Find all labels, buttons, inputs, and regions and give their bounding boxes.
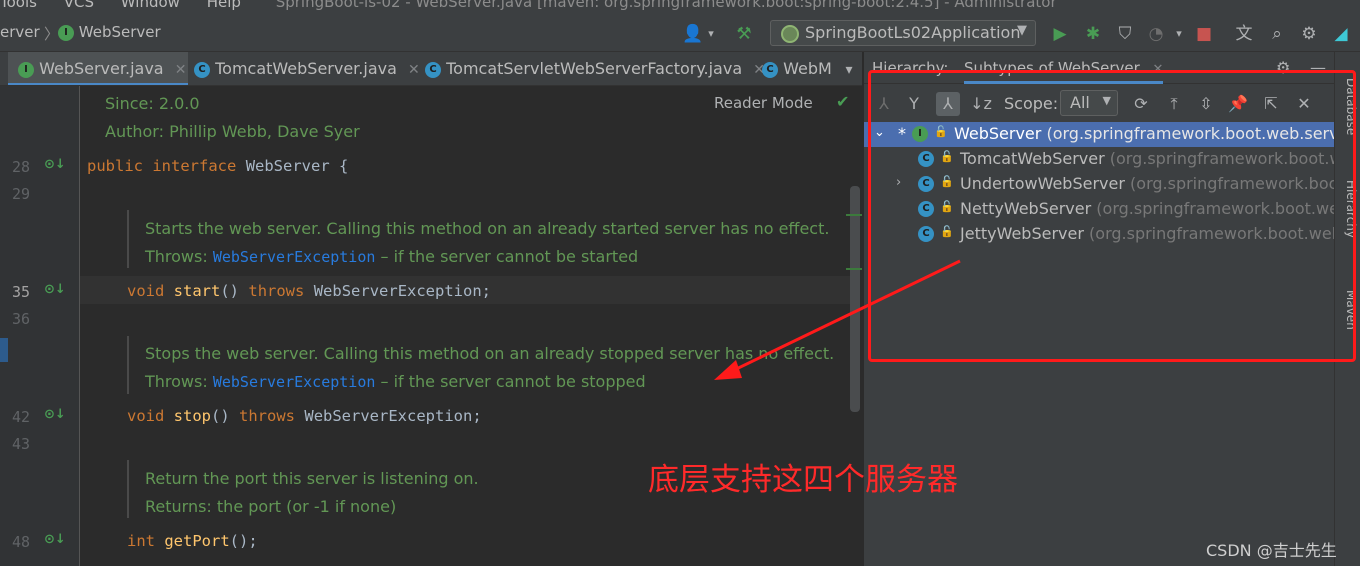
marker-stripe[interactable] bbox=[846, 268, 862, 270]
run-configuration-label: SpringBootLs02Application bbox=[805, 23, 1021, 42]
tab-tomcatservletwebserverfactory[interactable]: C TomcatServletWebServerFactory.java ✕ bbox=[425, 52, 765, 85]
annotation-text: 底层支持这四个服务器 bbox=[648, 462, 958, 498]
window-title: SpringBoot-ls-02 - WebServer.java [maven… bbox=[275, 0, 1057, 11]
breadcrumb-separator-icon: 〉 bbox=[44, 25, 60, 43]
inspection-ok-icon[interactable]: ✔ bbox=[836, 92, 849, 111]
search-icon[interactable]: ⌕ bbox=[1266, 23, 1288, 45]
tab-webserver[interactable]: I WebServer.java ✕ bbox=[8, 52, 188, 85]
breadcrumb-current-label: WebServer bbox=[78, 23, 161, 41]
chevron-down-icon[interactable]: ▾ bbox=[836, 58, 862, 82]
debug-icon[interactable]: ✱ bbox=[1082, 23, 1104, 45]
line-number: 28 bbox=[12, 158, 31, 176]
editor-scrollbar[interactable] bbox=[850, 186, 860, 412]
implemented-gutter-icon[interactable]: ⊙↓ bbox=[44, 282, 66, 297]
chevron-down-icon: ▼ bbox=[1017, 23, 1027, 38]
line-number: 43 bbox=[12, 435, 31, 453]
doc-bar bbox=[127, 460, 129, 518]
code-line-stop: void stop() throws WebServerException; bbox=[127, 407, 482, 425]
chevron-down-icon[interactable]: ▾ bbox=[700, 23, 722, 45]
line-number: 36 bbox=[12, 310, 31, 328]
doc-stop-throws: Throws: WebServerException – if the serv… bbox=[145, 372, 646, 391]
webserverexception-link[interactable]: WebServerException bbox=[213, 373, 376, 391]
tab-label: WebM bbox=[783, 59, 832, 78]
close-icon[interactable]: ✕ bbox=[408, 62, 420, 78]
breadcrumb-current[interactable]: I WebServer bbox=[58, 23, 161, 41]
chevron-down-icon[interactable]: ▾ bbox=[1168, 23, 1190, 45]
tab-label: TomcatServletWebServerFactory.java bbox=[446, 59, 743, 78]
code-line-getport: int getPort(); bbox=[127, 532, 258, 550]
implemented-gutter-icon[interactable]: ⊙↓ bbox=[44, 157, 66, 172]
build-hammer-icon[interactable]: ⚒ bbox=[733, 23, 755, 45]
interface-icon: I bbox=[58, 24, 74, 41]
doc-bar bbox=[127, 210, 129, 268]
tab-tomcatwebserver[interactable]: C TomcatWebServer.java ✕ bbox=[194, 52, 420, 85]
implemented-gutter-icon[interactable]: ⊙↓ bbox=[44, 407, 66, 422]
interface-icon: I bbox=[18, 61, 34, 78]
run-icon[interactable]: ▶ bbox=[1049, 23, 1071, 45]
tab-webm[interactable]: C WebM bbox=[762, 52, 842, 85]
doc-stop: Stops the web server. Calling this metho… bbox=[145, 344, 835, 363]
watermark: CSDN @吉士先生 bbox=[1206, 541, 1337, 560]
line-number: 29 bbox=[12, 185, 31, 203]
close-icon[interactable]: ✕ bbox=[175, 62, 187, 78]
editor-tabs: I WebServer.java ✕ C TomcatWebServer.jav… bbox=[0, 52, 862, 86]
navigation-toolbar: erver 〉 I WebServer 👤 ▾ ⚒ SpringBootLs02… bbox=[0, 14, 1360, 52]
tab-label: TomcatWebServer.java bbox=[215, 59, 397, 78]
menu-vcs[interactable]: VCS bbox=[64, 0, 94, 11]
class-icon: C bbox=[425, 61, 441, 78]
class-icon: C bbox=[194, 61, 210, 78]
code-line-interface: public interface WebServer { bbox=[87, 157, 349, 175]
doc-bar bbox=[127, 336, 129, 394]
breadcrumb-parent[interactable]: erver bbox=[0, 23, 40, 41]
doc-port-returns: Returns: the port (or -1 if none) bbox=[145, 497, 397, 516]
spring-boot-icon bbox=[781, 25, 799, 43]
doc-start: Starts the web server. Calling this meth… bbox=[145, 219, 830, 238]
stop-icon[interactable]: ■ bbox=[1193, 23, 1215, 45]
gear-icon[interactable]: ⚙ bbox=[1298, 23, 1320, 45]
menu-bar: Tools VCS Window Help SpringBoot-ls-02 -… bbox=[0, 0, 1360, 14]
menu-window[interactable]: Window bbox=[121, 0, 180, 11]
webserverexception-link[interactable]: WebServerException bbox=[213, 248, 376, 266]
implemented-gutter-icon[interactable]: ⊙↓ bbox=[44, 532, 66, 547]
marker-stripe[interactable] bbox=[846, 214, 862, 216]
translate-icon[interactable]: 文 bbox=[1233, 23, 1255, 45]
coverage-icon[interactable]: ⛉ bbox=[1114, 23, 1136, 45]
reader-mode-button[interactable]: Reader Mode bbox=[714, 94, 813, 112]
menu-tools[interactable]: Tools bbox=[0, 0, 37, 11]
toolbox-icon[interactable]: ◢ bbox=[1330, 23, 1352, 45]
code-line-start: void start() throws WebServerException; bbox=[127, 282, 492, 300]
run-configuration-select[interactable]: SpringBootLs02Application ▼ bbox=[770, 20, 1036, 46]
line-number: 42 bbox=[12, 408, 31, 426]
left-edge-marker bbox=[0, 338, 8, 362]
doc-port: Return the port this server is listening… bbox=[145, 469, 479, 488]
line-number: 48 bbox=[12, 533, 31, 551]
doc-author: Author: Phillip Webb, Dave Syer bbox=[105, 122, 360, 141]
tab-label: WebServer.java bbox=[39, 59, 164, 78]
annotation-highlight-box bbox=[868, 70, 1356, 362]
doc-since: Since: 2.0.0 bbox=[105, 94, 200, 113]
profile-icon[interactable]: ◔ bbox=[1145, 23, 1167, 45]
doc-start-throws: Throws: WebServerException – if the serv… bbox=[145, 247, 639, 266]
line-number: 35 bbox=[12, 283, 31, 301]
menu-help[interactable]: Help bbox=[207, 0, 241, 11]
class-icon: C bbox=[762, 61, 778, 78]
